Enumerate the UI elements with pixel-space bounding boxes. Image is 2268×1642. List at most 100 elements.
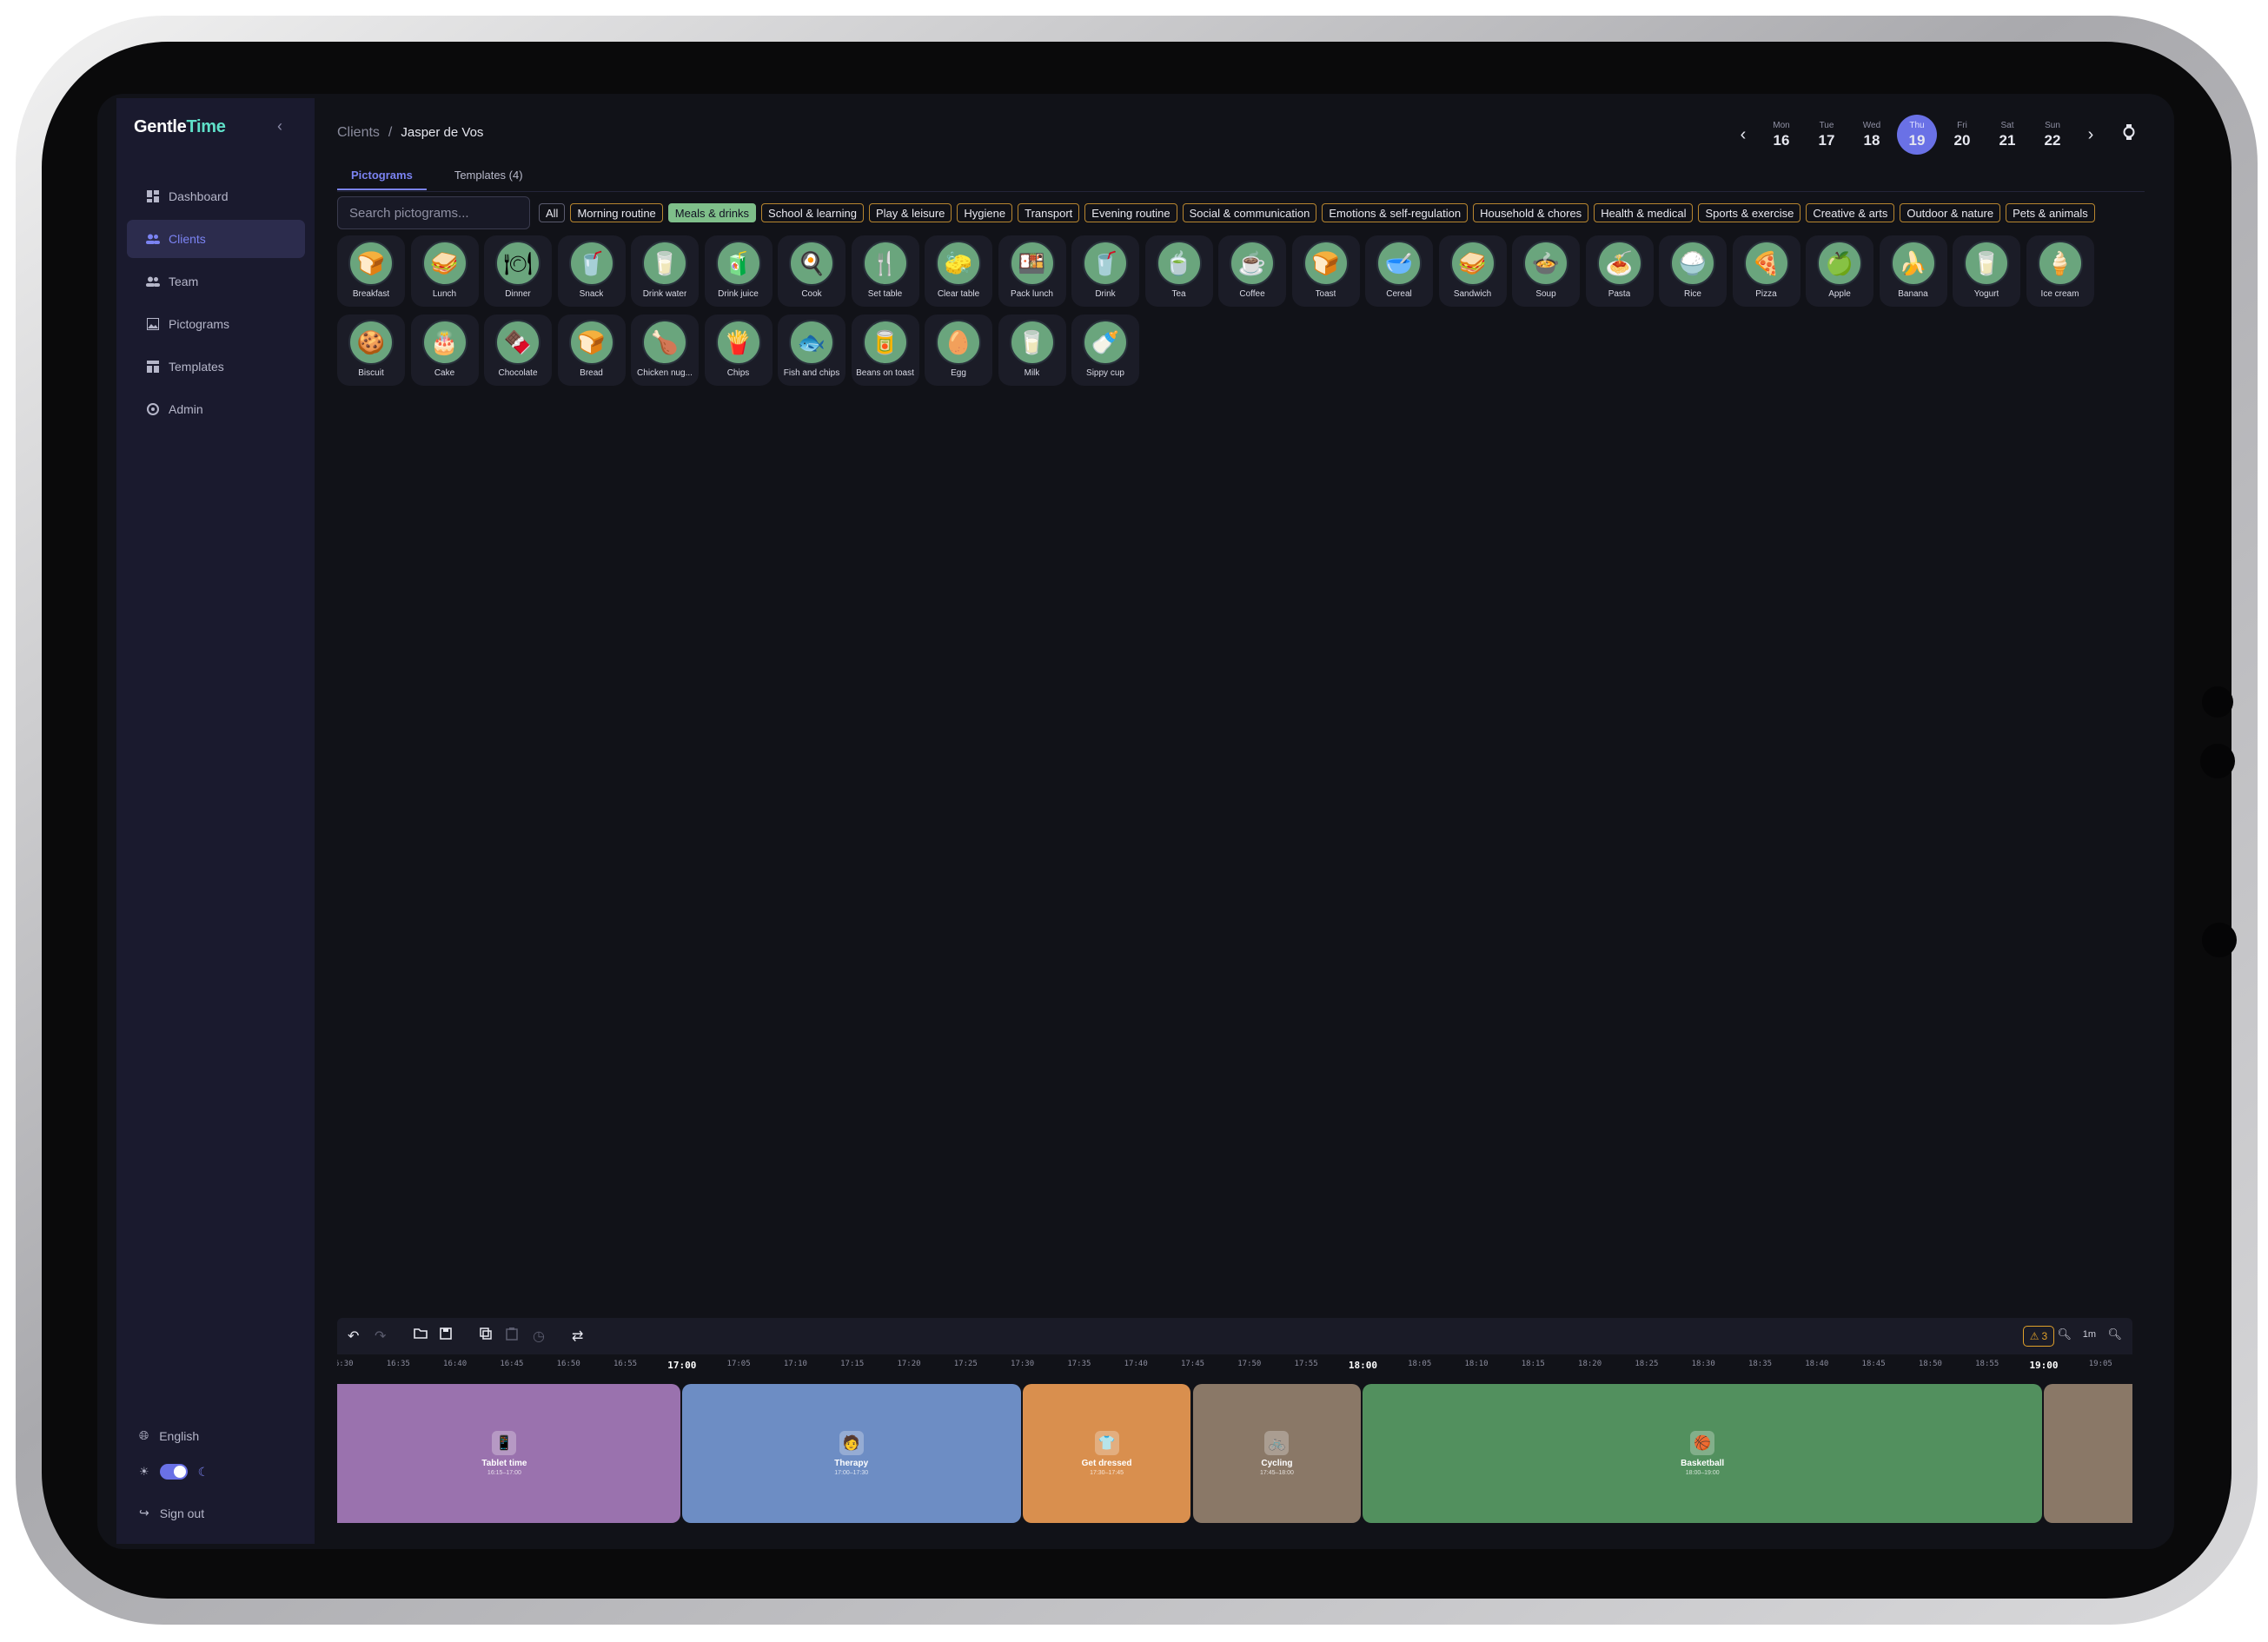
- pictogram-card[interactable]: 🍗 Chicken nug...: [631, 314, 699, 386]
- category-chip[interactable]: Social & communication: [1182, 203, 1317, 222]
- pictogram-card[interactable]: 🍚 Rice: [1659, 235, 1727, 307]
- undo-icon[interactable]: ↶: [348, 1328, 359, 1345]
- pictogram-card[interactable]: 🍱 Pack lunch: [998, 235, 1066, 307]
- tab-pictograms[interactable]: Pictograms: [337, 162, 427, 190]
- timeline-activity[interactable]: 🚲 Cycling 17:45–18:00: [1192, 1384, 1362, 1523]
- category-chip[interactable]: Outdoor & nature: [1900, 203, 2001, 222]
- category-chip[interactable]: Play & leisure: [868, 203, 952, 222]
- category-chip[interactable]: Hygiene: [957, 203, 1013, 222]
- sidebar-item-label: Templates: [169, 360, 224, 374]
- category-chip[interactable]: Emotions & self-regulation: [1322, 203, 1469, 222]
- timeline-activity[interactable]: 🚲Cycling19:00–: [2044, 1384, 2132, 1523]
- tab-templates[interactable]: Templates (4): [441, 162, 537, 190]
- pictogram-label: Ice cream: [2040, 289, 2079, 299]
- pictogram-card[interactable]: 🍫 Chocolate: [484, 314, 552, 386]
- history-icon[interactable]: ◷: [533, 1328, 545, 1345]
- folder-icon[interactable]: [414, 1328, 428, 1343]
- search-input[interactable]: Search pictograms...: [337, 196, 530, 229]
- theme-toggle[interactable]: [159, 1464, 188, 1480]
- day-sun[interactable]: Sun 22: [2030, 116, 2075, 154]
- pictogram-card[interactable]: 🍞 Breakfast: [337, 235, 405, 307]
- pictogram-card[interactable]: 🥛 Drink water: [631, 235, 699, 307]
- pictogram-icon: 🍵: [1156, 241, 1202, 286]
- pictogram-card[interactable]: 🍴 Set table: [851, 235, 919, 307]
- pictogram-card[interactable]: 🍝 Pasta: [1585, 235, 1654, 307]
- sidebar-item-admin[interactable]: Admin: [127, 390, 305, 428]
- category-chip[interactable]: All: [539, 203, 566, 222]
- pictogram-card[interactable]: 🍏 Apple: [1806, 235, 1873, 307]
- day-fri[interactable]: Fri 20: [1940, 116, 1985, 154]
- pictogram-card[interactable]: 🥤 Snack: [557, 235, 626, 307]
- breadcrumb-parent[interactable]: Clients: [337, 125, 380, 141]
- category-chip[interactable]: Meals & drinks: [667, 203, 757, 222]
- day-mon[interactable]: Mon 16: [1759, 116, 1804, 154]
- pictogram-card[interactable]: 🍞 Toast: [1291, 235, 1360, 307]
- day-tue[interactable]: Tue 17: [1804, 116, 1849, 154]
- pictogram-card[interactable]: 🐟 Fish and chips: [778, 314, 846, 386]
- pictogram-card[interactable]: 🍵 Tea: [1144, 235, 1213, 307]
- pictogram-icon: 🍫: [495, 320, 540, 365]
- category-chip[interactable]: School & learning: [761, 203, 864, 222]
- swap-icon[interactable]: ⇄: [572, 1328, 583, 1345]
- timeline-activity[interactable]: 👕 Get dressed 17:30–17:45: [1022, 1384, 1191, 1523]
- pictogram-card[interactable]: 🥛 Milk: [998, 314, 1066, 386]
- pictogram-card[interactable]: 🧃 Drink juice: [704, 235, 773, 307]
- pictogram-card[interactable]: 🍼 Sippy cup: [1071, 314, 1139, 386]
- pictogram-card[interactable]: 🥛 Yogurt: [1953, 235, 2020, 307]
- day-wed[interactable]: Wed 18: [1849, 116, 1894, 154]
- category-chip[interactable]: Pets & animals: [2006, 203, 2095, 222]
- pictogram-card[interactable]: 🍽 Dinner: [484, 235, 552, 307]
- collapse-sidebar-icon[interactable]: ‹: [277, 117, 282, 136]
- pictogram-card[interactable]: 🥣 Cereal: [1365, 235, 1433, 307]
- pictogram-card[interactable]: 🍞 Bread: [557, 314, 626, 386]
- category-chip[interactable]: Health & medical: [1594, 203, 1694, 222]
- pictogram-card[interactable]: 🍳 Cook: [778, 235, 846, 307]
- day-thu[interactable]: Thu 19: [1897, 115, 1937, 155]
- pictogram-card[interactable]: 🥪 Lunch: [410, 235, 479, 307]
- timeline-tick: 17:15: [840, 1360, 865, 1368]
- timeline-tick: 17:50: [1237, 1360, 1262, 1368]
- timeline-activity[interactable]: 🧑 Therapy 17:00–17:30: [681, 1384, 1021, 1523]
- timeline-activity[interactable]: 📱 Tablet time 16:15–17:00: [337, 1384, 680, 1523]
- pictogram-card[interactable]: 🥫 Beans on toast: [851, 314, 919, 386]
- timeline-tick: 18:15: [1521, 1360, 1545, 1368]
- sign-out-button[interactable]: ↪ Sign out: [127, 1506, 301, 1520]
- language-selector[interactable]: 🌐︎ English: [127, 1428, 301, 1443]
- sidebar-item-dashboard[interactable]: Dashboard: [127, 177, 305, 215]
- pictogram-card[interactable]: ☕ Coffee: [1218, 235, 1286, 307]
- watch-icon[interactable]: [2113, 124, 2145, 145]
- zoom-out-icon[interactable]: 🔍︎: [2057, 1328, 2072, 1341]
- copy-icon[interactable]: [480, 1328, 492, 1344]
- save-icon[interactable]: [440, 1328, 452, 1344]
- prev-week-icon[interactable]: ‹: [1728, 125, 1759, 145]
- redo-icon[interactable]: ↷: [375, 1328, 386, 1345]
- pictogram-card[interactable]: 🎂 Cake: [410, 314, 479, 386]
- pictogram-card[interactable]: 🧽 Clear table: [925, 235, 992, 307]
- category-chip[interactable]: Transport: [1018, 203, 1080, 222]
- pictogram-card[interactable]: 🥪 Sandwich: [1438, 235, 1507, 307]
- pictogram-card[interactable]: 🥤 Drink: [1071, 235, 1139, 307]
- category-chip[interactable]: Sports & exercise: [1698, 203, 1801, 222]
- timeline-activity[interactable]: 🏀 Basketball 18:00–19:00: [1363, 1384, 2042, 1523]
- pictogram-card[interactable]: 🍟 Chips: [704, 314, 773, 386]
- sidebar-item-clients[interactable]: Clients: [127, 220, 305, 258]
- zoom-in-icon[interactable]: 🔍︎: [2107, 1328, 2122, 1341]
- pictogram-card[interactable]: 🍲 Soup: [1512, 235, 1580, 307]
- theme-switch[interactable]: ☀ ☾: [127, 1464, 301, 1480]
- pictogram-card[interactable]: 🍌 Banana: [1879, 235, 1947, 307]
- sidebar-item-templates[interactable]: Templates: [127, 348, 305, 386]
- pictogram-card[interactable]: 🍪 Biscuit: [337, 314, 405, 386]
- category-chip[interactable]: Creative & arts: [1806, 203, 1895, 222]
- category-chip[interactable]: Household & chores: [1473, 203, 1589, 222]
- day-sat[interactable]: Sat 21: [1985, 116, 2030, 154]
- next-week-icon[interactable]: ›: [2075, 125, 2106, 145]
- warning-badge[interactable]: ⚠ 3: [2023, 1326, 2054, 1347]
- category-chip[interactable]: Evening routine: [1084, 203, 1177, 222]
- paste-icon[interactable]: [506, 1328, 518, 1345]
- category-chip[interactable]: Morning routine: [570, 203, 663, 222]
- pictogram-card[interactable]: 🍕 Pizza: [1732, 235, 1800, 307]
- pictogram-card[interactable]: 🍦 Ice cream: [2026, 235, 2094, 307]
- pictogram-card[interactable]: 🥚 Egg: [925, 314, 992, 386]
- sidebar-item-team[interactable]: Team: [127, 262, 305, 301]
- sidebar-item-pictograms[interactable]: Pictograms: [127, 305, 305, 343]
